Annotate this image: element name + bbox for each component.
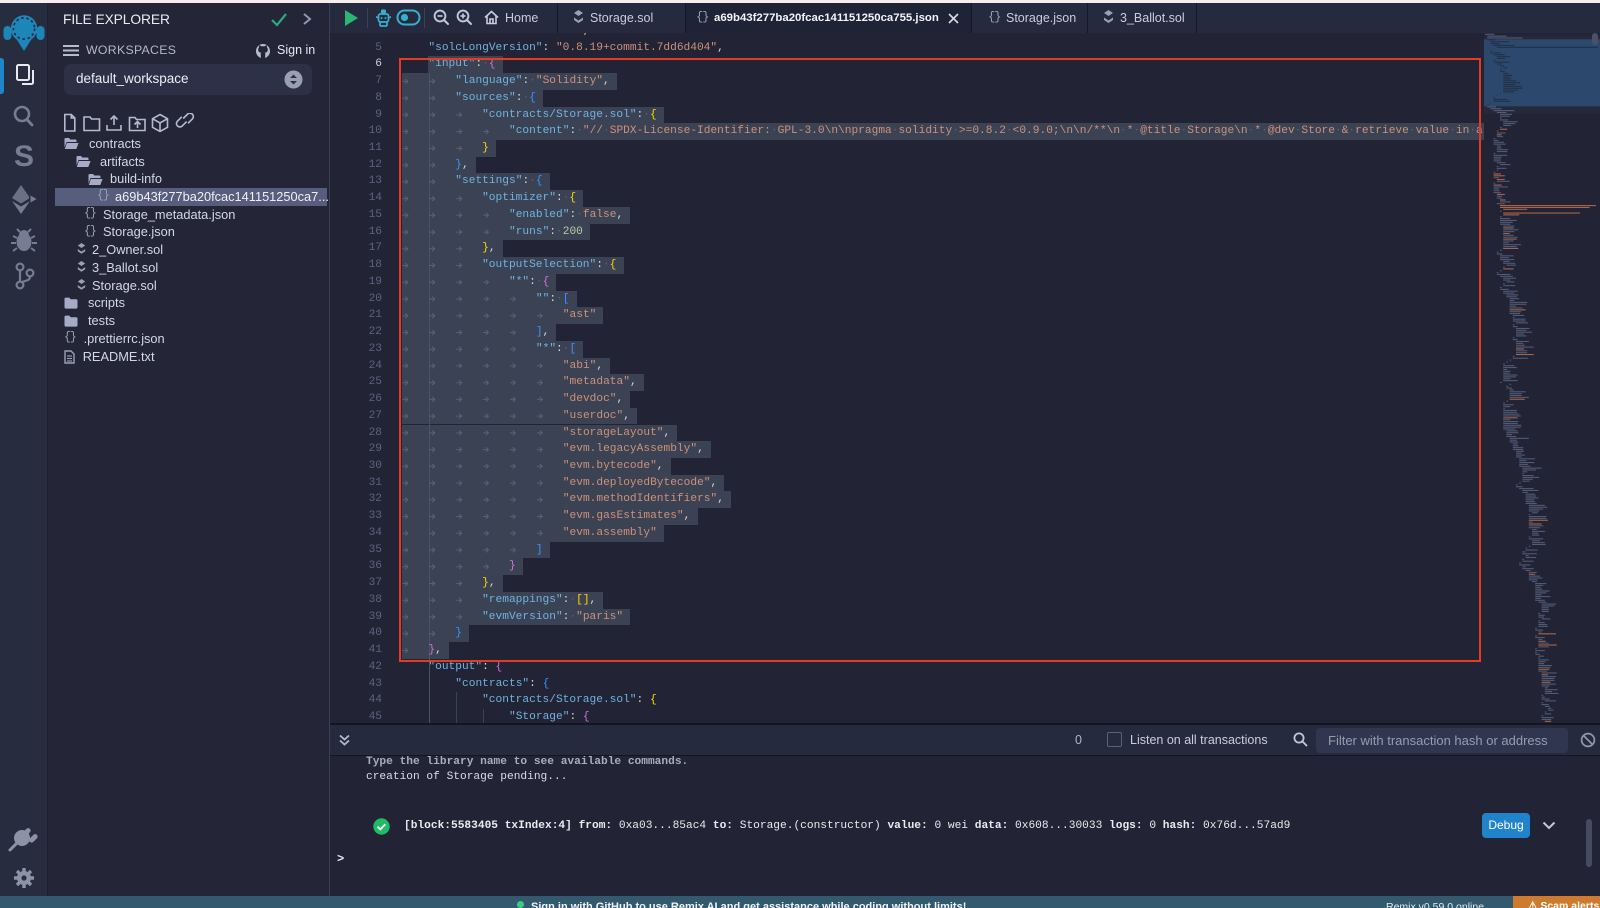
svg-text:S: S [14, 140, 34, 172]
